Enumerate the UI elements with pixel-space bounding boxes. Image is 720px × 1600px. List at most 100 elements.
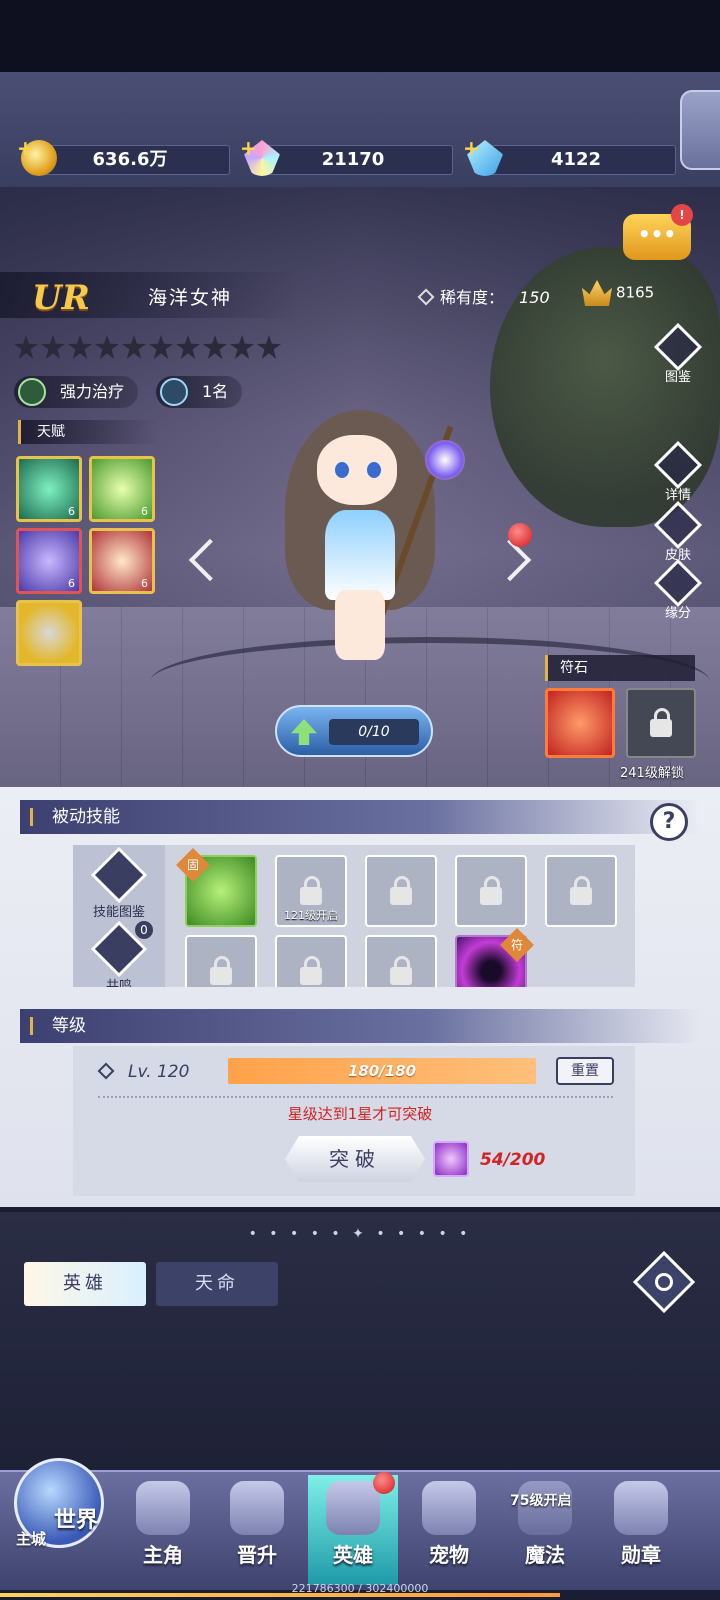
beast-icon (422, 1481, 476, 1535)
passive-skill-slot-2-locked[interactable]: 121级开启 (275, 855, 347, 927)
helmet-icon (326, 1481, 380, 1535)
lock-icon (390, 956, 412, 985)
star-icon (41, 335, 65, 359)
star-icon (68, 335, 92, 359)
talent-slot-2[interactable]: 6 (89, 456, 155, 522)
water-wave-icon (160, 378, 188, 406)
talent-slot-5[interactable] (16, 600, 82, 666)
passive-skill-slot-3-locked[interactable] (365, 855, 437, 927)
diamond-counter[interactable]: + 4122 (463, 136, 676, 176)
nav-label: 英雄 (333, 1543, 373, 1567)
lock-icon (570, 876, 592, 905)
resonance-button[interactable]: 共鸣 0 (83, 920, 155, 987)
world-label: 世界 (54, 1508, 99, 1533)
account-xp-text: 221786300 / 302400000 (291, 1582, 429, 1595)
help-button[interactable]: ? (650, 803, 688, 841)
divider-dots: • • • • • ✦ • • • • • (248, 1226, 472, 1242)
fate-button[interactable]: 缘分 (653, 558, 703, 621)
hero-eye (367, 462, 381, 478)
gold-counter[interactable]: + 636.6万 (17, 136, 230, 176)
codex-label: 图鉴 (664, 370, 691, 385)
hero-character-sprite[interactable] (235, 390, 495, 680)
nav-label: 宠物 (429, 1543, 469, 1567)
chat-button[interactable]: ••• ! (623, 204, 693, 260)
magic-unlock-note: 75级开启 (510, 1493, 572, 1509)
level-value: Lv. 120 (128, 1062, 190, 1082)
element-tag-label: 1名 (202, 382, 229, 401)
talent-level: 6 (68, 577, 75, 590)
talent-slot-4[interactable]: 6 (89, 528, 155, 594)
diamond-value: 4122 (550, 149, 602, 170)
passive-skill-slot-4-locked[interactable] (455, 855, 527, 927)
nav-medal[interactable]: 勋章 (596, 1475, 686, 1585)
nav-hero-notification-dot (373, 1472, 395, 1494)
skill-codex-button[interactable]: 技能图鉴 (83, 846, 155, 920)
skin-button[interactable]: 皮肤 (653, 500, 703, 563)
tab-hero[interactable]: 英雄 (24, 1262, 146, 1306)
role-tag-label: 强力治疗 (60, 382, 125, 401)
menu-corner-button[interactable] (680, 90, 720, 170)
passive-skill-slot-5-locked[interactable] (545, 855, 617, 927)
slot-unlock-note: 121级开启 (284, 909, 338, 922)
star-icon (95, 335, 119, 359)
star-icon (230, 335, 254, 359)
breakthrough-button[interactable]: 突破 (285, 1136, 425, 1182)
reset-button[interactable]: 重置 (556, 1057, 614, 1085)
passive-skill-slot-1[interactable]: 固 (176, 848, 257, 927)
passive-skill-slot-8-locked[interactable] (365, 935, 437, 987)
nav-label: 勋章 (621, 1543, 661, 1567)
rainbow-gem-counter[interactable]: + 21170 (240, 136, 453, 176)
talent-level: 6 (141, 505, 148, 518)
rarity-label: 稀有度： (440, 288, 505, 307)
promotion-icon (230, 1481, 284, 1535)
lower-background (0, 1212, 720, 1472)
rune-slot-2-locked[interactable] (626, 688, 696, 758)
passive-skill-grid: 技能图鉴 共鸣 0 固 121级开启 符 (73, 845, 635, 987)
star-icon (257, 335, 281, 359)
chat-badge: ! (671, 204, 693, 226)
hero-name: 海洋女神 (148, 287, 233, 309)
chat-bubble-icon: ••• (637, 222, 677, 246)
star-icon (122, 335, 146, 359)
diamond-bullet-icon (417, 288, 435, 306)
passive-skill-slot-9[interactable]: 符 (455, 928, 534, 987)
role-tag[interactable]: 强力治疗 (14, 376, 139, 408)
crystal-ball-icon[interactable] (433, 1141, 469, 1177)
talent-slot-3[interactable]: 6 (16, 528, 82, 594)
heart-icon (653, 558, 703, 608)
talent-slot-1[interactable]: 6 (16, 456, 82, 522)
status-bar (0, 0, 720, 72)
passive-skill-slot-7-locked[interactable] (275, 935, 347, 987)
power-info: 8165 (582, 280, 654, 306)
city-label: 主城 (16, 1530, 47, 1548)
rainbow-gem-value: 21170 (321, 149, 385, 170)
lock-icon (210, 956, 232, 985)
star-rating (14, 335, 281, 361)
add-diamond-icon[interactable]: + (463, 134, 480, 162)
book-icon (90, 846, 148, 904)
add-gold-icon[interactable]: + (17, 134, 34, 162)
rune-unlock-note: 241级解锁 (620, 766, 684, 781)
passive-skill-slot-6-locked[interactable] (185, 935, 257, 987)
details-button[interactable]: 详情 (653, 440, 703, 503)
nav-promotion[interactable]: 晋升 (212, 1475, 302, 1585)
element-tag[interactable]: 1名 (156, 376, 243, 408)
tab-destiny[interactable]: 天命 (156, 1262, 278, 1306)
star-icon (176, 335, 200, 359)
up-arrow-icon (291, 719, 317, 745)
talent-title: 天赋 (18, 420, 158, 444)
add-rainbow-gem-icon[interactable]: + (240, 134, 257, 162)
nav-label: 晋升 (237, 1543, 277, 1567)
world-button[interactable]: 世界 主城 (6, 1448, 116, 1568)
rarity-info: 稀有度： 150 (417, 284, 550, 308)
level-header: 等级 (20, 1009, 700, 1043)
nav-pet[interactable]: 宠物 (404, 1475, 494, 1585)
heal-cross-icon (18, 378, 46, 406)
eye-icon (651, 1269, 677, 1295)
star-up-button[interactable]: 0/10 (275, 705, 433, 757)
rune-slot-1[interactable] (545, 688, 615, 758)
rarity-value: 150 (519, 288, 550, 307)
codex-icon (653, 322, 703, 372)
nav-protagonist[interactable]: 主角 (118, 1475, 208, 1585)
codex-button[interactable]: 图鉴 (653, 322, 703, 385)
